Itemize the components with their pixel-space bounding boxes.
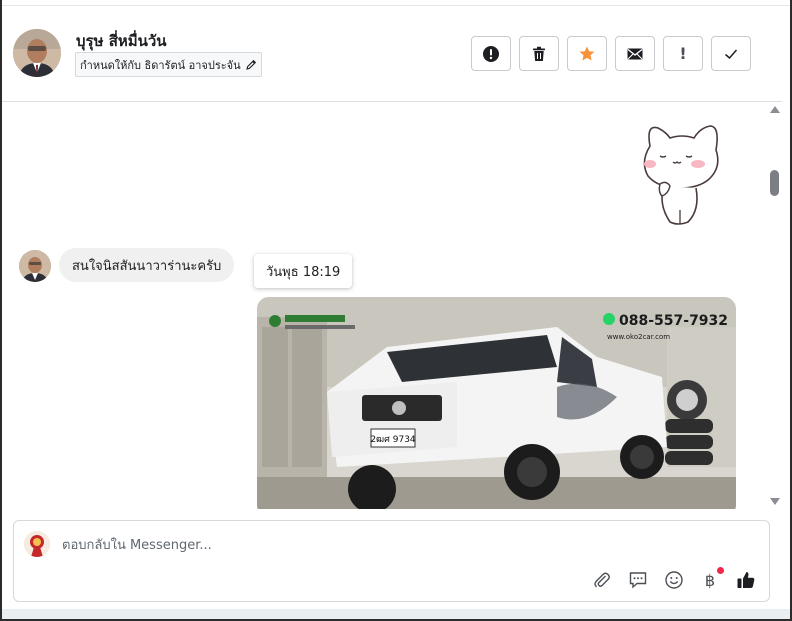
reply-input[interactable] (62, 533, 582, 557)
payment-button[interactable]: ฿ (699, 567, 724, 591)
page-avatar (24, 531, 50, 557)
emoji-button[interactable] (663, 569, 685, 591)
license-plate: 2ฒศ 9734 (370, 435, 416, 445)
assign-to-button[interactable]: กำหนดให้กับ ธิดารัตน์ อาจประจัน (75, 52, 262, 77)
spam-button[interactable] (471, 36, 511, 71)
done-button[interactable] (711, 36, 751, 71)
message-thread[interactable]: สนใจนิสสันนาวาร่านะครับ วันพุธ 18:19 2ฒศ… (2, 102, 768, 509)
notification-dot (717, 567, 724, 574)
timestamp-tooltip: วันพุธ 18:19 (254, 254, 353, 288)
star-button[interactable] (567, 36, 607, 71)
thread-scrollbar[interactable] (768, 102, 782, 509)
baht-payment-icon: ฿ (704, 570, 716, 590)
assign-label: กำหนดให้กับ ธิดารัตน์ อาจประจัน (80, 58, 241, 72)
envelope-icon (627, 48, 643, 59)
exclamation-icon: ! (679, 44, 687, 63)
conversation-header: บุรุษ สี่หมื่นวัน กำหนดให้กับ ธิดารัตน์ … (2, 6, 782, 102)
conversation-toolbar: ! (471, 36, 751, 71)
trash-icon (533, 46, 545, 61)
bottom-edge (2, 609, 790, 619)
pickup-truck-photo[interactable]: 2ฒศ 9734 088-557-7932 www.oko2car.com (257, 297, 736, 509)
incoming-message-bubble[interactable]: สนใจนิสสันนาวาร่านะครับ (59, 248, 235, 282)
scroll-down-arrow-icon[interactable] (770, 498, 780, 505)
checkmark-icon (725, 49, 738, 59)
truck-phone-number: 088-557-7932 (619, 313, 728, 329)
reply-composer: ฿ (13, 520, 770, 602)
saved-reply-icon (629, 572, 647, 589)
contact-name[interactable]: บุรุษ สี่หมื่นวัน (76, 29, 167, 53)
exclamation-circle-icon (483, 45, 499, 62)
scroll-up-arrow-icon[interactable] (770, 106, 780, 113)
sender-avatar[interactable] (19, 250, 51, 282)
thumbs-up-icon (737, 572, 755, 588)
inbox-conversation-panel: บุรุษ สี่หมื่นวัน กำหนดให้กับ ธิดารัตน์ … (0, 0, 792, 621)
star-icon (579, 46, 595, 60)
like-button[interactable] (735, 569, 757, 591)
cat-sticker-icon (638, 118, 722, 228)
emoji-icon (665, 571, 683, 589)
mail-button[interactable] (615, 36, 655, 71)
paperclip-icon (594, 572, 610, 588)
composer-actions: ฿ (591, 567, 757, 591)
contact-avatar[interactable] (13, 29, 61, 77)
truck-website: www.oko2car.com (607, 333, 670, 341)
pencil-icon (245, 59, 256, 70)
delete-button[interactable] (519, 36, 559, 71)
scrollbar-thumb[interactable] (770, 170, 779, 196)
attach-button[interactable] (591, 569, 613, 591)
follow-up-button[interactable]: ! (663, 36, 703, 71)
saved-reply-button[interactable] (627, 569, 649, 591)
